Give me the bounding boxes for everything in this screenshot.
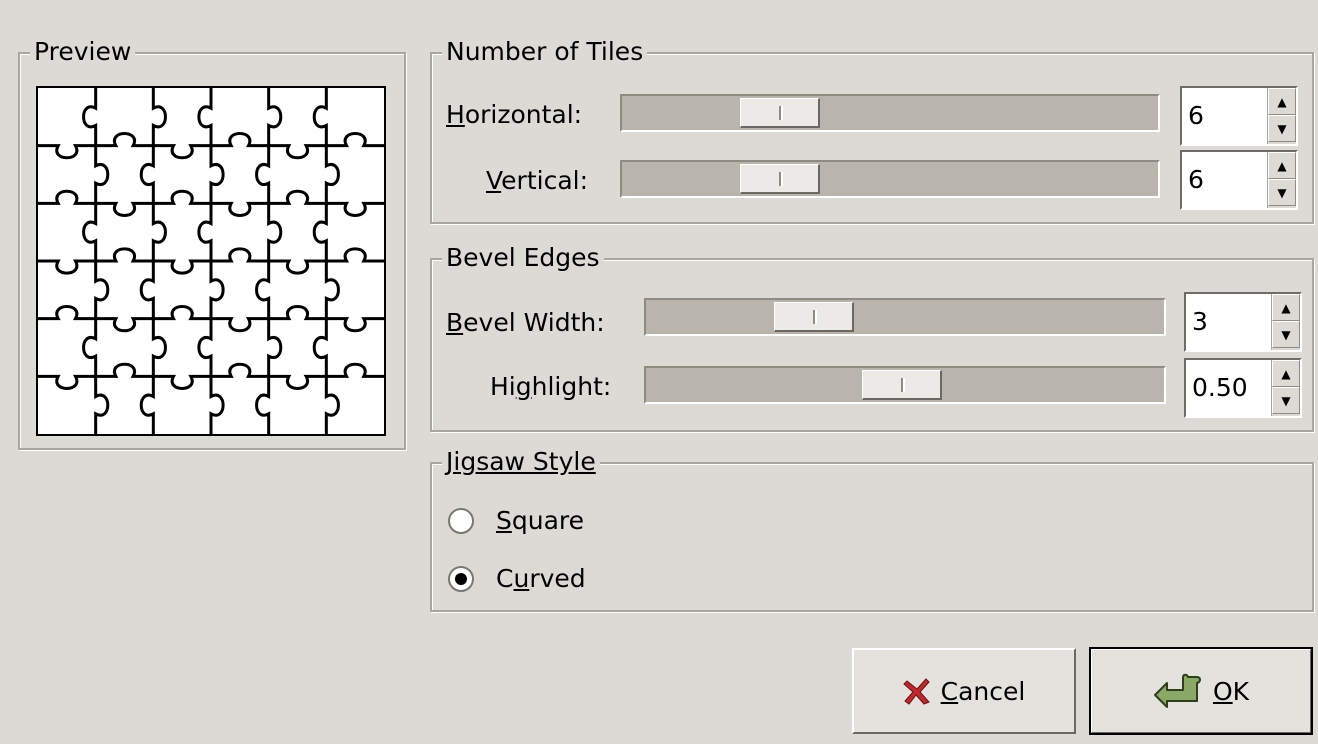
highlight-decrement-icon[interactable]: ▼	[1272, 387, 1300, 414]
vertical-slider[interactable]	[620, 160, 1160, 198]
horizontal-decrement-icon[interactable]: ▼	[1268, 115, 1296, 142]
highlight-slider[interactable]	[644, 366, 1166, 404]
bevel-width-label: Bevel Width:	[446, 308, 605, 337]
horizontal-label: Horizontal:	[446, 100, 583, 129]
ok-button[interactable]: OK	[1089, 647, 1313, 735]
highlight-slider-thumb[interactable]	[862, 370, 942, 400]
ok-check-icon	[1153, 673, 1201, 708]
horizontal-spinbox[interactable]: 6 ▲ ▼	[1180, 86, 1298, 146]
square-label[interactable]: Square	[496, 506, 584, 536]
bevel-width-slider[interactable]	[644, 298, 1166, 336]
bevel-width-value[interactable]: 3	[1192, 307, 1208, 337]
style-label: Jigsaw Style	[442, 447, 600, 477]
vertical-decrement-icon[interactable]: ▼	[1268, 179, 1296, 206]
horizontal-increment-icon[interactable]: ▲	[1268, 88, 1296, 115]
horizontal-slider[interactable]	[620, 94, 1160, 132]
horizontal-slider-thumb[interactable]	[740, 98, 820, 128]
ok-label[interactable]: OK	[1213, 677, 1249, 706]
bevel-frame: Bevel Edges	[430, 243, 1314, 432]
highlight-label: Highlight:	[490, 372, 612, 401]
bevel-width-increment-icon[interactable]: ▲	[1272, 294, 1300, 321]
vertical-slider-thumb[interactable]	[740, 164, 820, 194]
vertical-label: Vertical:	[486, 166, 589, 195]
puzzle-cut-lines	[38, 88, 384, 434]
highlight-increment-icon[interactable]: ▲	[1272, 360, 1300, 387]
bevel-width-spinbox[interactable]: 3 ▲ ▼	[1184, 292, 1302, 352]
tiles-label: Number of Tiles	[442, 37, 648, 67]
cancel-x-icon	[902, 678, 930, 705]
bevel-label: Bevel Edges	[442, 243, 604, 273]
cancel-label[interactable]: Cancel	[941, 677, 1026, 706]
preview-image	[36, 86, 386, 436]
bevel-width-slider-thumb[interactable]	[774, 302, 854, 332]
curved-radio[interactable]	[448, 566, 474, 592]
vertical-value[interactable]: 6	[1188, 165, 1204, 195]
preview-label: Preview	[30, 37, 136, 67]
square-radio-option[interactable]: Square	[448, 504, 648, 538]
jigsaw-preview	[38, 88, 384, 434]
square-radio[interactable]	[448, 508, 474, 534]
horizontal-value[interactable]: 6	[1188, 101, 1204, 131]
vertical-spinbox[interactable]: 6 ▲ ▼	[1180, 150, 1298, 210]
curved-label[interactable]: Curved	[496, 564, 586, 594]
highlight-value[interactable]: 0.50	[1192, 373, 1248, 403]
cancel-button[interactable]: Cancel	[852, 648, 1076, 734]
curved-radio-option[interactable]: Curved	[448, 562, 648, 596]
highlight-spinbox[interactable]: 0.50 ▲ ▼	[1184, 358, 1302, 418]
vertical-increment-icon[interactable]: ▲	[1268, 152, 1296, 179]
bevel-width-decrement-icon[interactable]: ▼	[1272, 321, 1300, 348]
